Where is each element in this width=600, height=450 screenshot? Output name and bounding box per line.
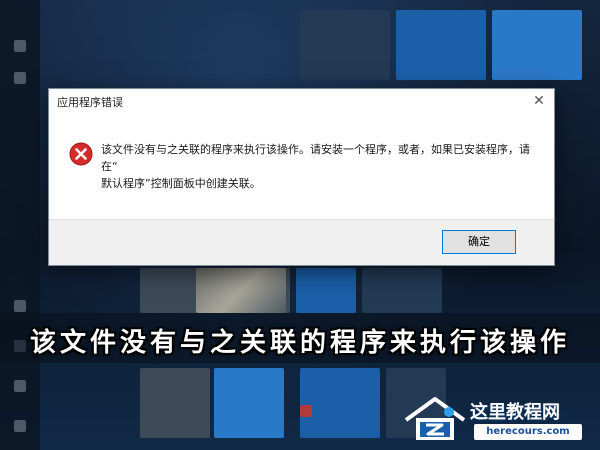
start-tile[interactable] <box>300 368 380 438</box>
dialog-footer: 确定 <box>49 219 554 265</box>
ok-button[interactable]: 确定 <box>442 230 516 254</box>
error-message-line: 该文件没有与之关联的程序来执行该操作。请安装一个程序，或者，如果已安装程序，请在… <box>101 143 530 173</box>
start-tile[interactable] <box>140 368 210 438</box>
start-tile[interactable] <box>296 268 356 313</box>
start-tile[interactable] <box>196 268 286 313</box>
close-button[interactable]: ✕ <box>528 91 550 111</box>
start-menu-rail <box>0 0 40 450</box>
dialog-body: 该文件没有与之关联的程序来执行该操作。请安装一个程序，或者，如果已安装程序，请在… <box>49 115 554 225</box>
start-tile[interactable] <box>396 10 486 80</box>
caption-text: 该文件没有与之关联的程序来执行该操作 <box>29 328 570 358</box>
house-logo-icon <box>404 397 466 440</box>
rail-icon[interactable] <box>14 300 26 312</box>
start-tile-badge <box>300 405 312 417</box>
rail-icon[interactable] <box>14 72 26 84</box>
error-message: 该文件没有与之关联的程序来执行该操作。请安装一个程序，或者，如果已安装程序，请在… <box>101 141 541 192</box>
watermark-domain: herecours.com <box>474 424 582 440</box>
start-tile[interactable] <box>300 10 390 80</box>
rail-icon[interactable] <box>14 40 26 52</box>
watermark-logo: 这里教程网 herecours.com <box>404 394 592 444</box>
dialog-title: 应用程序错误 <box>57 96 123 109</box>
start-tile[interactable] <box>492 10 582 80</box>
error-icon <box>69 142 93 166</box>
watermark-site-name: 这里教程网 <box>470 402 560 423</box>
start-tile[interactable] <box>362 268 442 313</box>
rail-icon[interactable] <box>14 420 26 432</box>
start-tile[interactable] <box>214 368 284 438</box>
error-message-line: 默认程序”控制面板中创建关联。 <box>101 177 261 190</box>
application-error-dialog: 应用程序错误 ✕ 该文件没有与之关联的程序来执行该操作。请安装一个程序，或者，如… <box>48 88 555 266</box>
rail-icon[interactable] <box>14 380 26 392</box>
dialog-titlebar[interactable]: 应用程序错误 ✕ <box>49 89 554 115</box>
